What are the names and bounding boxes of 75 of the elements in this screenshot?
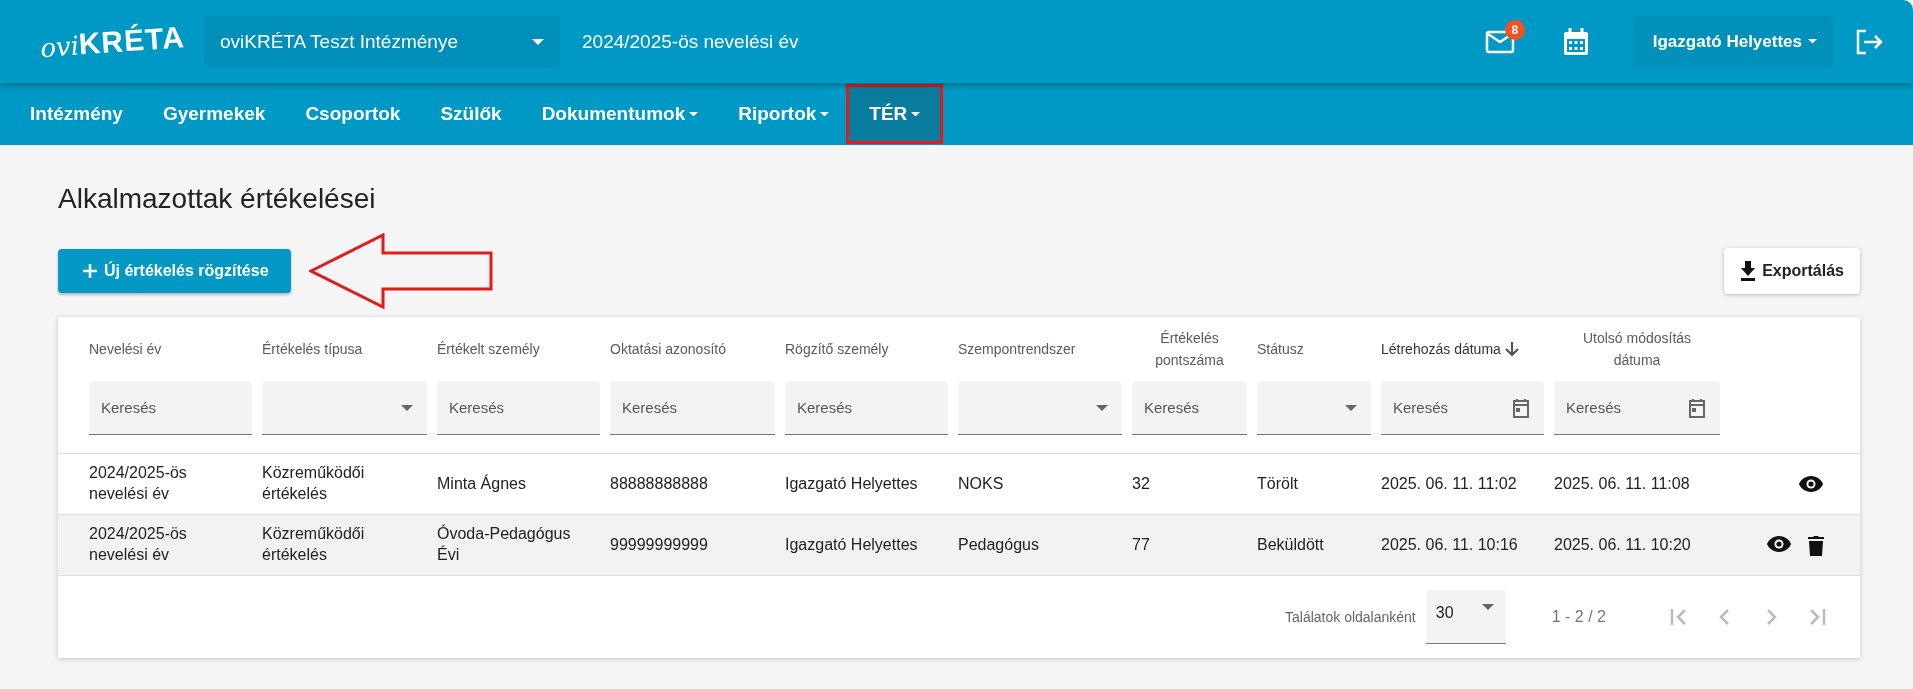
column-header[interactable]: Értékelt személy xyxy=(437,337,540,361)
calendar-icon xyxy=(1512,397,1530,418)
download-icon xyxy=(1740,261,1757,281)
user-menu-button[interactable]: Igazgató Helyettes xyxy=(1632,15,1833,68)
table-cell-text: Közreműködői értékelés xyxy=(262,463,366,504)
table-cell-text: 99999999999 xyxy=(610,534,709,555)
table-cell-text: 2024/2025-ös nevelési év xyxy=(89,463,188,504)
page-title: Alkalmazottak értékelései xyxy=(58,183,377,215)
caret-icon xyxy=(820,111,830,117)
table-cell-text: Pedagógus xyxy=(958,534,1040,555)
trash-icon xyxy=(1808,534,1824,556)
plus-icon xyxy=(82,263,98,279)
calendar-icon xyxy=(1562,27,1589,56)
column-header[interactable]: Utolsó módosítás dátuma xyxy=(1567,326,1707,372)
school-year: 2024/2025-ös nevelési év xyxy=(582,30,800,53)
table-cell-text: 88888888888 xyxy=(610,473,709,494)
search-field[interactable]: Keresés xyxy=(437,381,600,435)
table-cell-text: Beküldött xyxy=(1257,534,1325,555)
delete-button[interactable] xyxy=(1808,534,1824,556)
table-cell-text: 2025. 06. 11. 10:20 xyxy=(1554,534,1692,555)
caret-icon xyxy=(911,111,921,117)
institution-select[interactable]: oviKRÉTA Teszt Intézménye xyxy=(204,15,560,68)
column-header[interactable]: Státusz xyxy=(1257,337,1304,361)
search-field[interactable]: Keresés xyxy=(1132,381,1247,435)
table-cell-text: 77 xyxy=(1132,534,1151,555)
notification-badge: 8 xyxy=(1504,19,1525,40)
logout-icon xyxy=(1855,28,1883,55)
caret-icon xyxy=(1808,39,1817,44)
column-header[interactable]: Nevelési év xyxy=(89,337,162,361)
caret-icon xyxy=(401,404,413,411)
table-cell-text: Minta Ágnes xyxy=(437,473,527,494)
table-cell-text: Igazgató Helyettes xyxy=(785,473,919,494)
table-cell-text: 2025. 06. 11. 11:02 xyxy=(1381,473,1518,494)
caret-icon xyxy=(532,38,544,45)
page-size-label: Találatok oldalanként xyxy=(1285,609,1416,625)
sort-arrow-icon xyxy=(1504,341,1519,357)
table-cell-text: 2025. 06. 11. 11:08 xyxy=(1554,473,1691,494)
search-field[interactable]: Keresés xyxy=(785,381,948,435)
column-header[interactable]: Értékelés pontszáma xyxy=(1132,326,1247,372)
calendar-icon xyxy=(1688,397,1706,418)
table-cell-text: 2025. 06. 11. 10:16 xyxy=(1381,534,1519,555)
logo-prefix: ovi xyxy=(39,30,80,63)
caret-icon xyxy=(1345,404,1357,411)
date-field[interactable]: Keresés xyxy=(1381,381,1544,435)
column-header[interactable]: Rögzítő személy xyxy=(785,337,889,361)
nav-tab[interactable]: TÉR xyxy=(849,87,941,141)
table-row[interactable]: 2024/2025-ös nevelési év Közreműködői értékelés Minta Ágnes 88888888888 Igazgató Helyettes NOKS 32 Törölt 2025. 06. 11. 11:02 2025. 06. 11. 11:08 xyxy=(58,454,1860,515)
column-header[interactable]: Oktatási azonosító xyxy=(610,337,726,361)
eye-icon xyxy=(1798,475,1824,493)
caret-icon xyxy=(1096,404,1108,411)
table-row[interactable]: 2024/2025-ös nevelési év Közreműködői értékelés Óvoda-Pedagógus Évi 99999999999 Igazgató Helyettes Pedagógus 77 Beküldött 2025. 06. 11. 10:16 2025. 06. 11. 10:20 xyxy=(58,515,1860,576)
table-cell-text: Óvoda-Pedagógus Évi xyxy=(437,524,572,565)
column-header[interactable]: Szempontrendszer xyxy=(958,337,1076,361)
page-size-select[interactable]: 30 xyxy=(1425,590,1506,644)
page-range: 1 - 2 / 2 xyxy=(1551,608,1606,626)
column-header[interactable]: Létrehozás dátuma xyxy=(1381,337,1501,361)
caret-icon xyxy=(689,111,699,117)
table-cell-text: NOKS xyxy=(958,473,1005,494)
table-cell-text: Közreműködői értékelés xyxy=(262,524,366,565)
table-cell-text: Törölt xyxy=(1257,473,1299,494)
filter-select[interactable] xyxy=(1257,381,1371,435)
date-field[interactable]: Keresés xyxy=(1554,381,1720,435)
column-header[interactable]: Értékelés típusa xyxy=(262,337,363,361)
export-button[interactable]: Exportálás xyxy=(1724,248,1860,294)
view-button[interactable] xyxy=(1798,475,1824,493)
table-cell-text: 2024/2025-ös nevelési év xyxy=(89,524,188,565)
filter-select[interactable] xyxy=(958,381,1122,435)
caret-icon xyxy=(1481,604,1494,610)
table-cell-text: Igazgató Helyettes xyxy=(785,534,919,555)
table-cell-text: 32 xyxy=(1132,473,1151,494)
logo-wordmark: KRÉTA xyxy=(77,19,186,61)
search-field[interactable]: Keresés xyxy=(610,381,775,435)
filter-select[interactable] xyxy=(262,381,427,435)
search-field[interactable]: Keresés xyxy=(89,381,252,435)
eye-icon xyxy=(1766,534,1792,553)
